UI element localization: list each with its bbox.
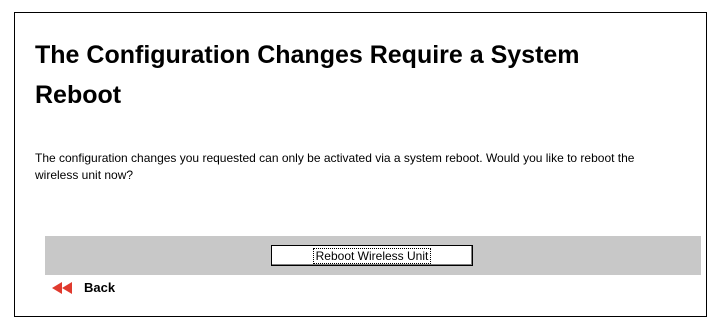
reboot-button-label: Reboot Wireless Unit <box>312 247 432 264</box>
back-arrow-shape-2 <box>62 282 72 294</box>
back-arrow-shape-1 <box>52 282 62 294</box>
reboot-message: The configuration changes you requested … <box>35 151 635 182</box>
button-bar: Reboot Wireless Unit <box>45 236 701 275</box>
back-label: Back <box>84 279 116 295</box>
page-title: The Configuration Changes Require a Syst… <box>35 41 580 109</box>
reboot-wireless-unit-button[interactable]: Reboot Wireless Unit <box>271 245 473 266</box>
double-left-arrow-icon <box>52 281 74 294</box>
reboot-dialog-panel: The Configuration Changes Require a Syst… <box>14 12 707 317</box>
back-link[interactable]: Back <box>52 276 115 298</box>
